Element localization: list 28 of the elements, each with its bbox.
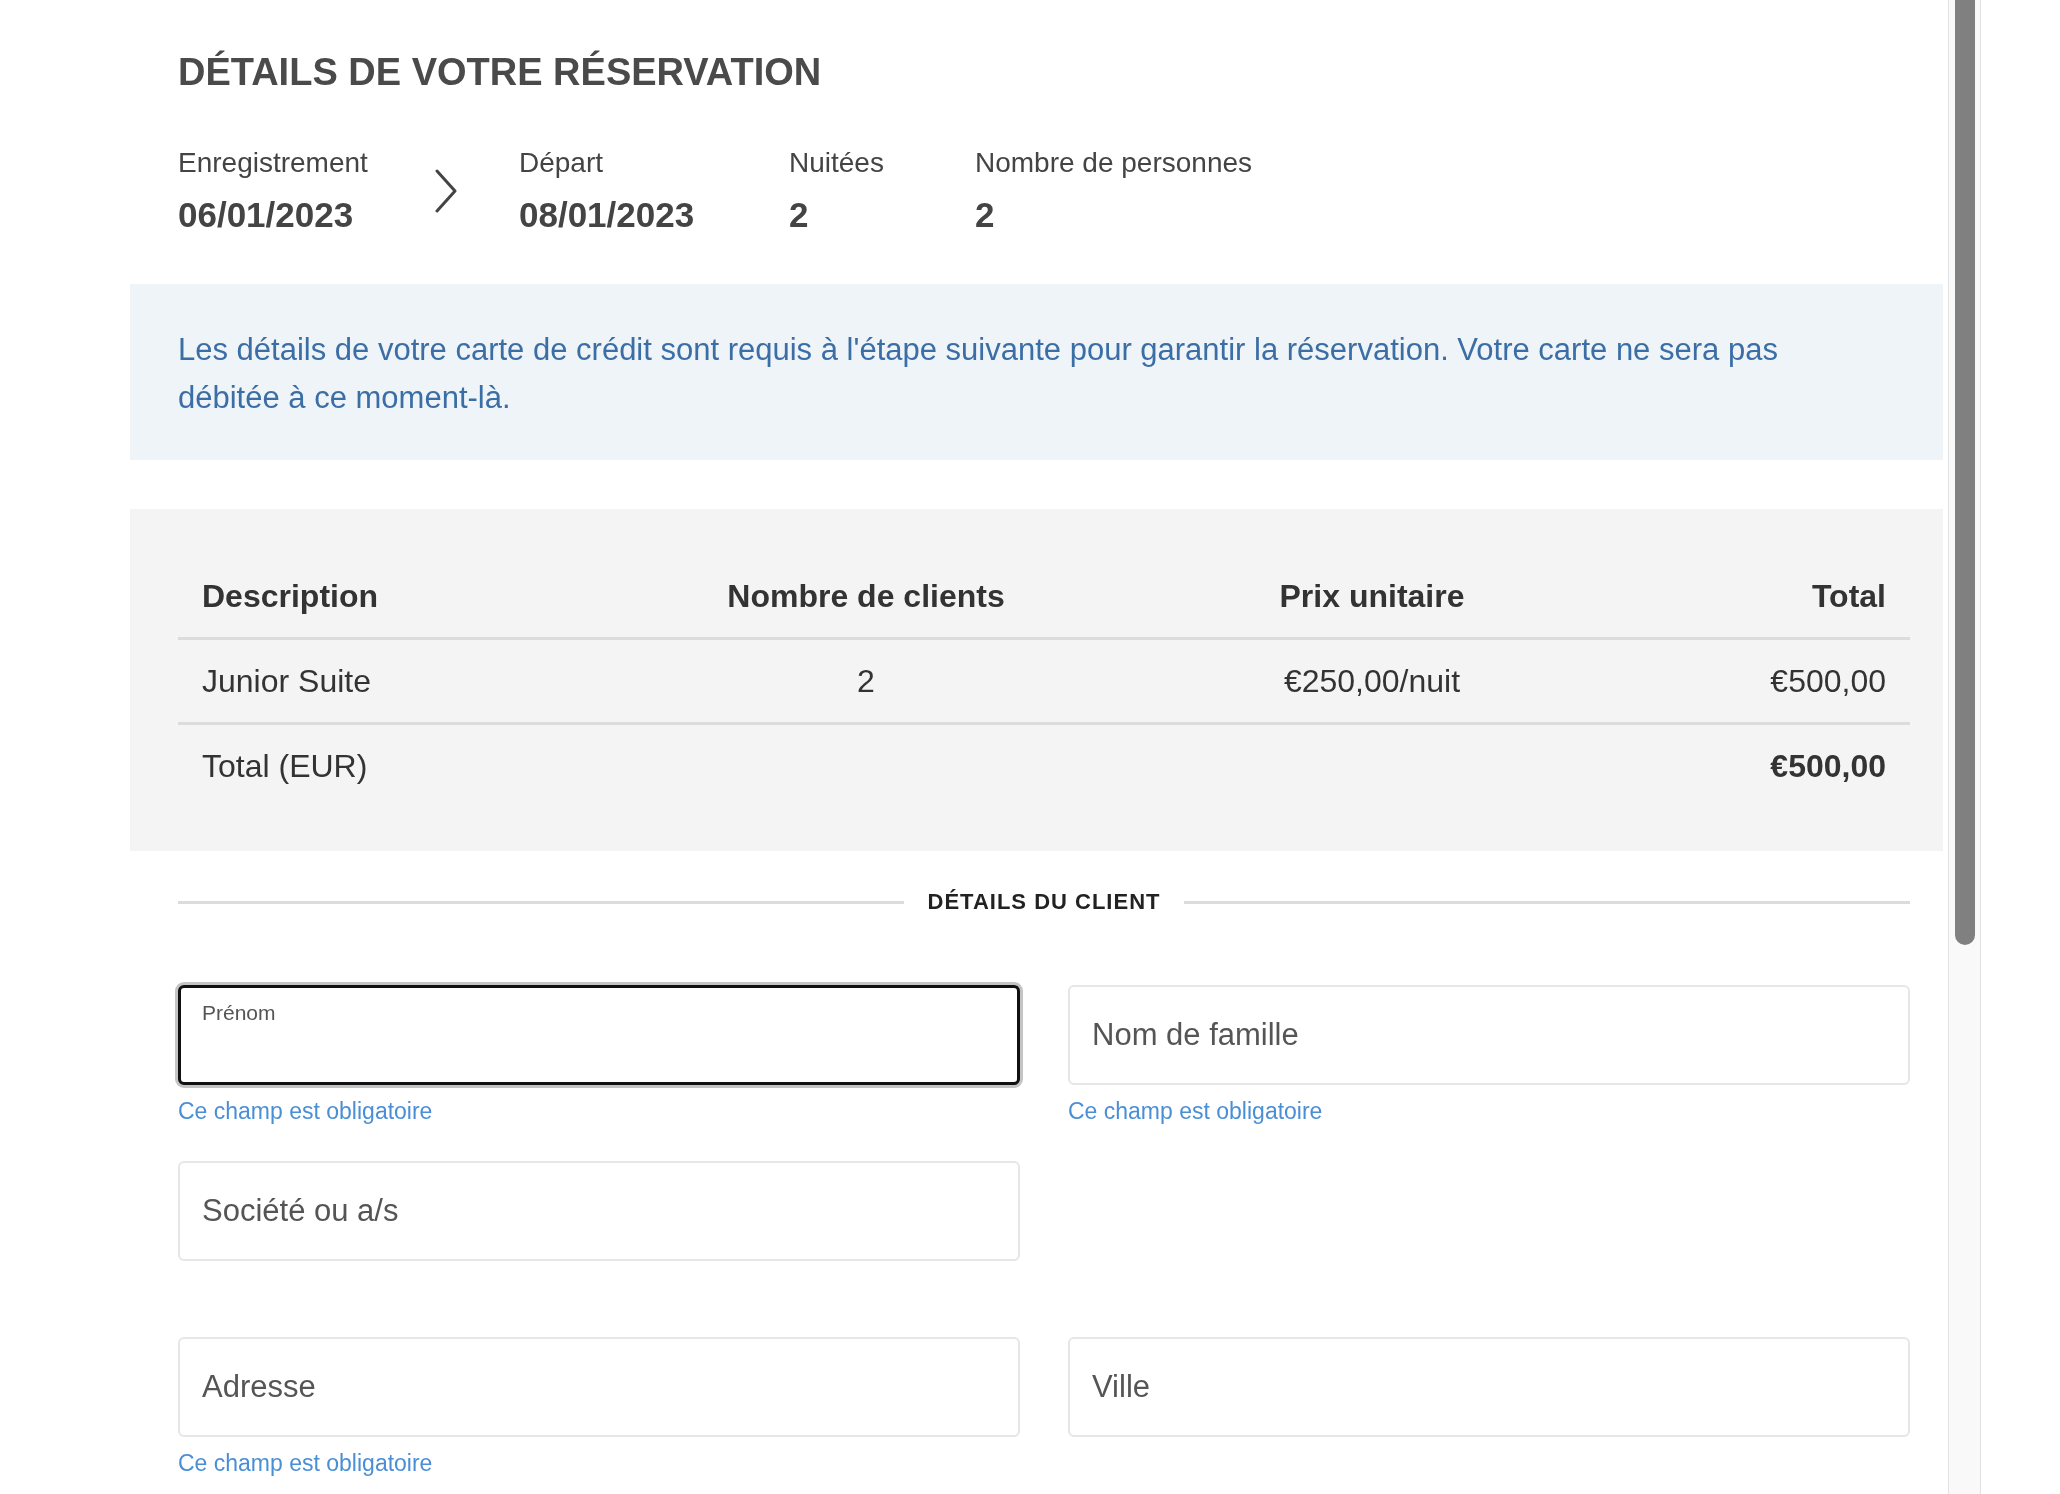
page-title: DÉTAILS DE VOTRE RÉSERVATION xyxy=(178,50,823,94)
floating-label: Prénom xyxy=(202,1000,276,1026)
total-value: €500,00 xyxy=(1769,747,1887,785)
column-header: Nombre de clients xyxy=(726,577,1006,615)
table-cell-text: Junior Suite xyxy=(201,662,372,700)
column-header: Description xyxy=(201,577,380,615)
table-cell-text: 2 xyxy=(856,662,876,700)
error-message: Ce champ est obligatoire xyxy=(178,1449,434,1478)
stay-value: 06/01/2023 xyxy=(178,194,355,236)
table-cell-text: €250,00/nuit xyxy=(1282,662,1462,700)
info-notice: Les détails de votre carte de crédit sont requis à l'étape suivante pour garantir la réservation. Votre carte ne sera pas débitée à ce moment-là. xyxy=(130,284,1943,460)
input-field[interactable] xyxy=(178,985,1020,1085)
column-header: Total xyxy=(1810,577,1887,615)
scrollbar-thumb[interactable] xyxy=(1955,0,1975,945)
chevron-right-icon xyxy=(434,169,458,213)
stay-label: Départ xyxy=(519,146,605,180)
stay-label: Nuitées xyxy=(789,146,885,180)
stay-label: Enregistrement xyxy=(178,146,369,180)
error-message: Ce champ est obligatoire xyxy=(1068,1097,1324,1126)
table-cell-text: €500,00 xyxy=(1769,662,1887,700)
total-label: Total (EUR) xyxy=(201,747,369,785)
stay-label: Nombre de personnes xyxy=(975,146,1253,180)
error-message: Ce champ est obligatoire xyxy=(178,1097,434,1126)
column-header: Prix unitaire xyxy=(1278,577,1466,615)
stay-value: 2 xyxy=(789,194,810,236)
stay-value: 2 xyxy=(975,194,996,236)
stay-value: 08/01/2023 xyxy=(519,194,696,236)
section-title: DÉTAILS DU CLIENT xyxy=(926,888,1162,916)
